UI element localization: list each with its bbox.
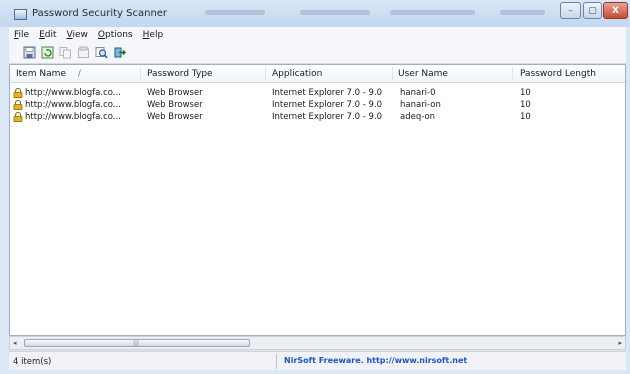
column-separator[interactable] (265, 67, 266, 81)
scrollbar-thumb[interactable]: ||| (24, 339, 250, 347)
window-title: Password Security Scanner (32, 8, 168, 19)
app-window-icon (14, 9, 27, 20)
cell-item-name: http://www.blogfa.co... (25, 112, 121, 122)
menu-view[interactable]: View (62, 30, 93, 40)
menu-help[interactable]: Help (138, 30, 169, 40)
title-blur (205, 10, 265, 15)
copy-icon (59, 47, 71, 59)
scroll-left-arrow-icon[interactable]: ◂ (13, 339, 17, 347)
cell-user-name: hanari-0 (400, 88, 436, 98)
title-blur (390, 10, 475, 15)
minimize-button[interactable]: – (560, 2, 581, 19)
column-separator[interactable] (392, 67, 393, 81)
column-user-name[interactable]: User Name (398, 69, 448, 79)
cell-application: Internet Explorer 7.0 - 9.0 (272, 88, 383, 98)
exit-button[interactable] (113, 46, 126, 59)
column-separator[interactable] (512, 67, 513, 81)
cell-password-length: 10 (520, 112, 531, 122)
cell-application: Internet Explorer 7.0 - 9.0 (272, 112, 383, 122)
horizontal-scrollbar[interactable]: ◂ ||| ▸ (9, 336, 626, 350)
cell-user-name: adeq-on (400, 112, 436, 122)
lock-icon (13, 88, 23, 98)
cell-item-name: http://www.blogfa.co... (25, 88, 121, 98)
menu-file[interactable]: File (9, 30, 34, 40)
close-button[interactable]: X (603, 2, 628, 19)
toolbar (9, 42, 626, 64)
maximize-button[interactable]: ▢ (583, 2, 602, 19)
cell-password-type: Web Browser (147, 100, 203, 110)
list-header: Item Name / Password Type Application Use… (10, 65, 625, 83)
lock-icon (13, 100, 23, 110)
save-icon (23, 46, 36, 59)
refresh-icon (41, 46, 54, 59)
column-password-length[interactable]: Password Length (520, 69, 596, 79)
title-blur (500, 10, 545, 15)
grip-icon: ||| (133, 340, 140, 347)
cell-application: Internet Explorer 7.0 - 9.0 (272, 100, 383, 110)
nirsoft-link[interactable]: NirSoft Freeware. http://www.nirsoft.net (284, 356, 467, 365)
status-bar: 4 item(s) NirSoft Freeware. http://www.n… (9, 351, 626, 370)
item-count: 4 item(s) (13, 357, 52, 367)
find-button[interactable] (95, 46, 108, 59)
sort-indicator-icon: / (77, 69, 81, 79)
cell-password-type: Web Browser (147, 88, 203, 98)
scroll-right-arrow-icon[interactable]: ▸ (618, 339, 622, 347)
status-divider (276, 354, 277, 369)
cell-password-type: Web Browser (147, 112, 203, 122)
title-bar[interactable]: Password Security Scanner – ▢ X (0, 0, 630, 27)
column-separator[interactable] (140, 67, 141, 81)
cell-password-length: 10 (520, 88, 531, 98)
save-button[interactable] (23, 46, 36, 59)
menu-edit[interactable]: Edit (34, 30, 61, 40)
refresh-button[interactable] (41, 46, 54, 59)
cell-password-length: 10 (520, 100, 531, 110)
password-list[interactable]: Item Name / Password Type Application Use… (9, 64, 626, 336)
column-password-type[interactable]: Password Type (147, 69, 213, 79)
menu-bar: File Edit View Options Help (9, 27, 626, 42)
properties-icon (78, 46, 89, 58)
column-application[interactable]: Application (272, 69, 322, 79)
copy-button[interactable] (59, 46, 72, 59)
find-icon (95, 47, 108, 59)
table-row[interactable]: http://www.blogfa.co... Web Browser Inte… (10, 87, 625, 99)
table-row[interactable]: http://www.blogfa.co... Web Browser Inte… (10, 111, 625, 123)
column-item-name[interactable]: Item Name / (16, 69, 81, 79)
menu-options[interactable]: Options (93, 30, 138, 40)
lock-icon (13, 112, 23, 122)
properties-button[interactable] (77, 46, 90, 59)
table-row[interactable]: http://www.blogfa.co... Web Browser Inte… (10, 99, 625, 111)
cell-user-name: hanari-on (400, 100, 441, 110)
exit-icon (114, 47, 126, 58)
cell-item-name: http://www.blogfa.co... (25, 100, 121, 110)
app-window: Password Security Scanner – ▢ X File Edi… (0, 0, 630, 374)
title-blur (300, 10, 370, 15)
